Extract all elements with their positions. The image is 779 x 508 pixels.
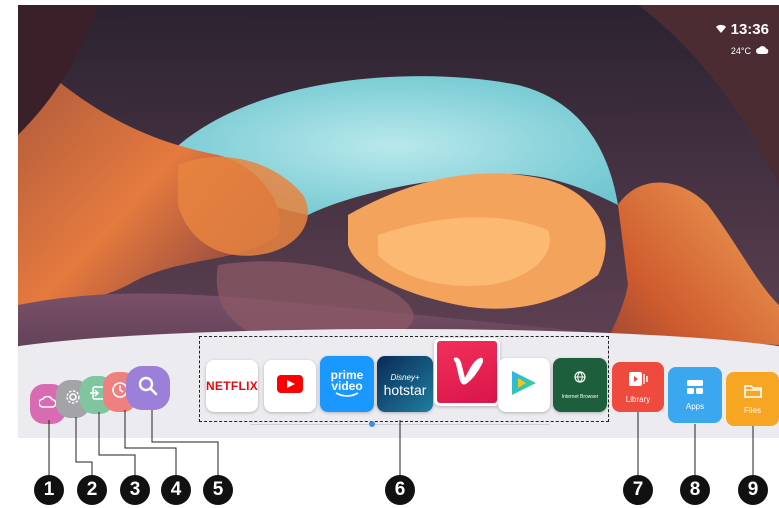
callout-1: 1 — [34, 475, 64, 505]
callout-6: 6 — [385, 475, 415, 505]
callout-8: 8 — [680, 475, 710, 505]
callout-2: 2 — [77, 475, 107, 505]
callout-4: 4 — [161, 475, 191, 505]
callout-leader-lines — [48, 410, 754, 478]
callout-7: 7 — [623, 475, 653, 505]
callout-5: 5 — [203, 475, 233, 505]
callout-9: 9 — [738, 475, 768, 505]
callout-3: 3 — [120, 475, 150, 505]
